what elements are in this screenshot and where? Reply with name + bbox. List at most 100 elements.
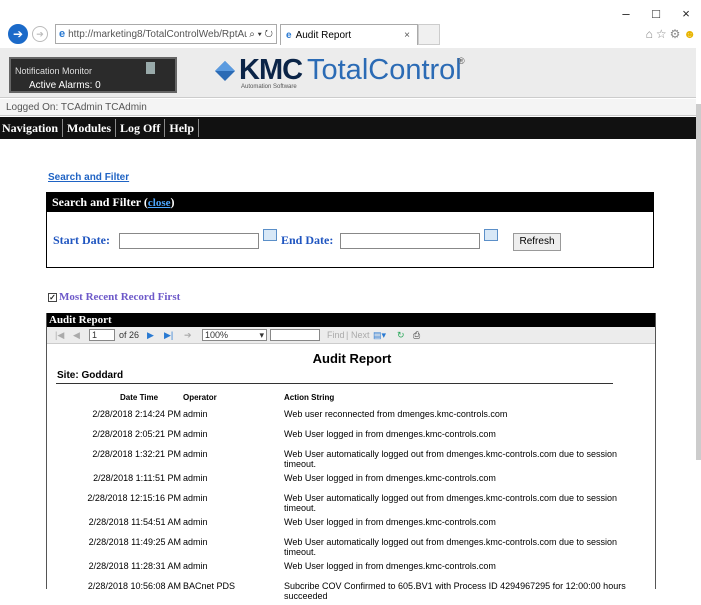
last-page-icon[interactable]: ▶| [164, 330, 173, 341]
menu-log-off[interactable]: Log Off [116, 119, 166, 137]
report-toolbar: |◀ ◀ 1 of 26 ▶ ▶| ➔ 100% ▾ Find | Next ▤▾… [47, 327, 655, 344]
ie-icon: e [59, 28, 66, 40]
table-row: 2/28/2018 12:15:16 PM admin Web User autom… [47, 493, 657, 517]
report-title: Audit Report [312, 351, 392, 366]
audit-report-heading: Audit Report [47, 313, 655, 327]
row-datetime: 2/28/2018 1:32:21 PM [92, 449, 181, 459]
search-filter-panel: Search and Filter (close) Start Date: En… [46, 192, 654, 268]
row-datetime: 2/28/2018 2:14:24 PM [92, 409, 181, 419]
arrow-right-icon: ➔ [36, 28, 44, 39]
tab-close-icon[interactable]: × [404, 30, 410, 41]
search-filter-heading: Search and Filter (close) [47, 193, 653, 212]
row-action: Web User automatically logged out from d… [284, 537, 617, 557]
row-datetime: 2/28/2018 11:28:31 AM [88, 561, 181, 571]
search-filter-heading-text: Search and Filter [52, 195, 141, 209]
logo-kmc: KMC [239, 54, 303, 86]
active-alarms: Active Alarms: 0 [29, 80, 101, 91]
row-action: Web User automatically logged out from d… [284, 493, 617, 513]
close-link[interactable]: close [148, 197, 171, 209]
row-action: Web User logged in from dmenges.kmc-cont… [284, 429, 496, 439]
logo-subtitle: Automation Software [241, 84, 297, 90]
find-link[interactable]: Find [327, 330, 345, 340]
logged-on-bar: Logged On: TCAdmin TCAdmin [0, 99, 696, 116]
smiley-icon[interactable]: ☻ [683, 27, 699, 41]
refresh-report-icon[interactable]: ↻ [397, 330, 405, 341]
notification-title: Notification Monitor [15, 66, 93, 76]
zoom-value: 100% [205, 330, 229, 340]
row-datetime: 2/28/2018 11:49:25 AM [88, 537, 181, 547]
row-datetime: 2/28/2018 10:56:08 AM [87, 581, 181, 591]
row-action: Web User logged in from dmenges.kmc-cont… [284, 473, 496, 483]
most-recent-first-option[interactable]: ✓ Most Recent Record First [48, 291, 180, 303]
print-icon[interactable]: ⎙ [413, 330, 420, 341]
table-row: 2/28/2018 2:14:24 PM admin Web user reconn… [47, 409, 657, 429]
new-tab-button[interactable] [418, 24, 440, 45]
end-calendar-icon[interactable] [484, 229, 498, 241]
notification-indicator [146, 62, 155, 74]
address-bar[interactable]: e http://marketing8/TotalControlWeb/RptA… [55, 24, 277, 44]
app-banner: Notification Monitor Active Alarms: 0 KM… [0, 48, 696, 98]
next-link[interactable]: Next [351, 330, 370, 340]
find-input[interactable] [270, 329, 320, 341]
table-row: 2/28/2018 1:11:51 PM admin Web User logged… [47, 473, 657, 493]
export-icon[interactable]: ▤▾ [373, 330, 386, 341]
first-page-icon[interactable]: |◀ [55, 330, 64, 341]
refresh-button[interactable]: Refresh [513, 233, 561, 251]
row-operator: admin [183, 493, 208, 503]
row-operator: admin [183, 409, 208, 419]
forward-button[interactable]: ➔ [32, 26, 48, 42]
table-row: 2/28/2018 10:56:08 AM BACnet PDS Subcribe … [47, 581, 657, 605]
main-menu: Navigation Modules Log Off Help [0, 117, 696, 139]
start-date-input[interactable] [119, 233, 259, 249]
most-recent-checkbox[interactable]: ✓ [48, 293, 57, 302]
start-date-label: Start Date: [53, 233, 110, 247]
back-report-icon[interactable]: ➔ [184, 330, 192, 341]
menu-navigation[interactable]: Navigation [0, 119, 64, 137]
row-action: Web User logged in from dmenges.kmc-cont… [284, 561, 496, 571]
end-date-input[interactable] [340, 233, 480, 249]
next-page-icon[interactable]: ▶ [147, 330, 154, 341]
notification-monitor[interactable]: Notification Monitor Active Alarms: 0 [9, 57, 177, 93]
menu-help[interactable]: Help [165, 119, 200, 137]
start-calendar-icon[interactable] [263, 229, 277, 241]
most-recent-label: Most Recent Record First [59, 291, 181, 303]
prev-page-icon[interactable]: ◀ [73, 330, 80, 341]
table-row: 2/28/2018 11:54:51 AM admin Web User logge… [47, 517, 657, 537]
close-window-button[interactable]: × [671, 6, 701, 21]
row-action: Web user reconnected from dmenges.kmc-co… [284, 409, 508, 419]
logo-totalcontrol: TotalControl [307, 54, 462, 86]
col-operator: Operator [183, 393, 217, 402]
arrow-left-icon: ➔ [12, 27, 24, 41]
row-datetime: 2/28/2018 11:54:51 AM [88, 517, 181, 527]
tab-audit-report[interactable]: e Audit Report × [280, 24, 418, 45]
row-operator: admin [183, 473, 208, 483]
logo-registered: ® [458, 56, 465, 66]
row-datetime: 2/28/2018 1:11:51 PM [93, 473, 181, 483]
star-icon[interactable]: ☆ [656, 27, 670, 41]
row-operator: admin [183, 561, 208, 571]
back-button[interactable]: ➔ [8, 24, 28, 44]
row-operator: BACnet PDS [183, 581, 236, 591]
row-operator: admin [183, 537, 208, 547]
minimize-button[interactable]: – [611, 6, 641, 21]
window-controls: – □ × [611, 6, 701, 21]
table-row: 2/28/2018 11:28:31 AM admin Web User logge… [47, 561, 657, 581]
audit-report-panel: Audit Report |◀ ◀ 1 of 26 ▶ ▶| ➔ 100% ▾ F… [46, 313, 657, 601]
diamond-logo-icon [215, 61, 235, 81]
table-row: 2/28/2018 1:32:21 PM admin Web User automa… [47, 449, 657, 473]
zoom-select[interactable]: 100% ▾ [202, 329, 267, 341]
browser-chrome: ➔ ➔ e http://marketing8/TotalControlWeb/… [0, 0, 701, 48]
maximize-button[interactable]: □ [641, 6, 671, 21]
address-text: http://marketing8/TotalControlWeb/RptAud… [68, 28, 264, 40]
scrollbar-thumb[interactable] [696, 104, 701, 460]
search-filter-link[interactable]: Search and Filter [48, 172, 129, 183]
address-controls[interactable]: ⌕ ▾ ↻ [247, 28, 273, 40]
home-icon[interactable]: ⌂ [646, 27, 656, 41]
gear-icon[interactable]: ⚙ [670, 27, 684, 41]
row-datetime: 2/28/2018 2:05:21 PM [92, 429, 181, 439]
page-scrollbar[interactable] [696, 48, 701, 589]
menu-modules[interactable]: Modules [63, 119, 117, 137]
page-number-input[interactable]: 1 [89, 329, 115, 341]
tab-title: Audit Report [295, 29, 352, 41]
ie-tab-icon: e [286, 29, 292, 41]
